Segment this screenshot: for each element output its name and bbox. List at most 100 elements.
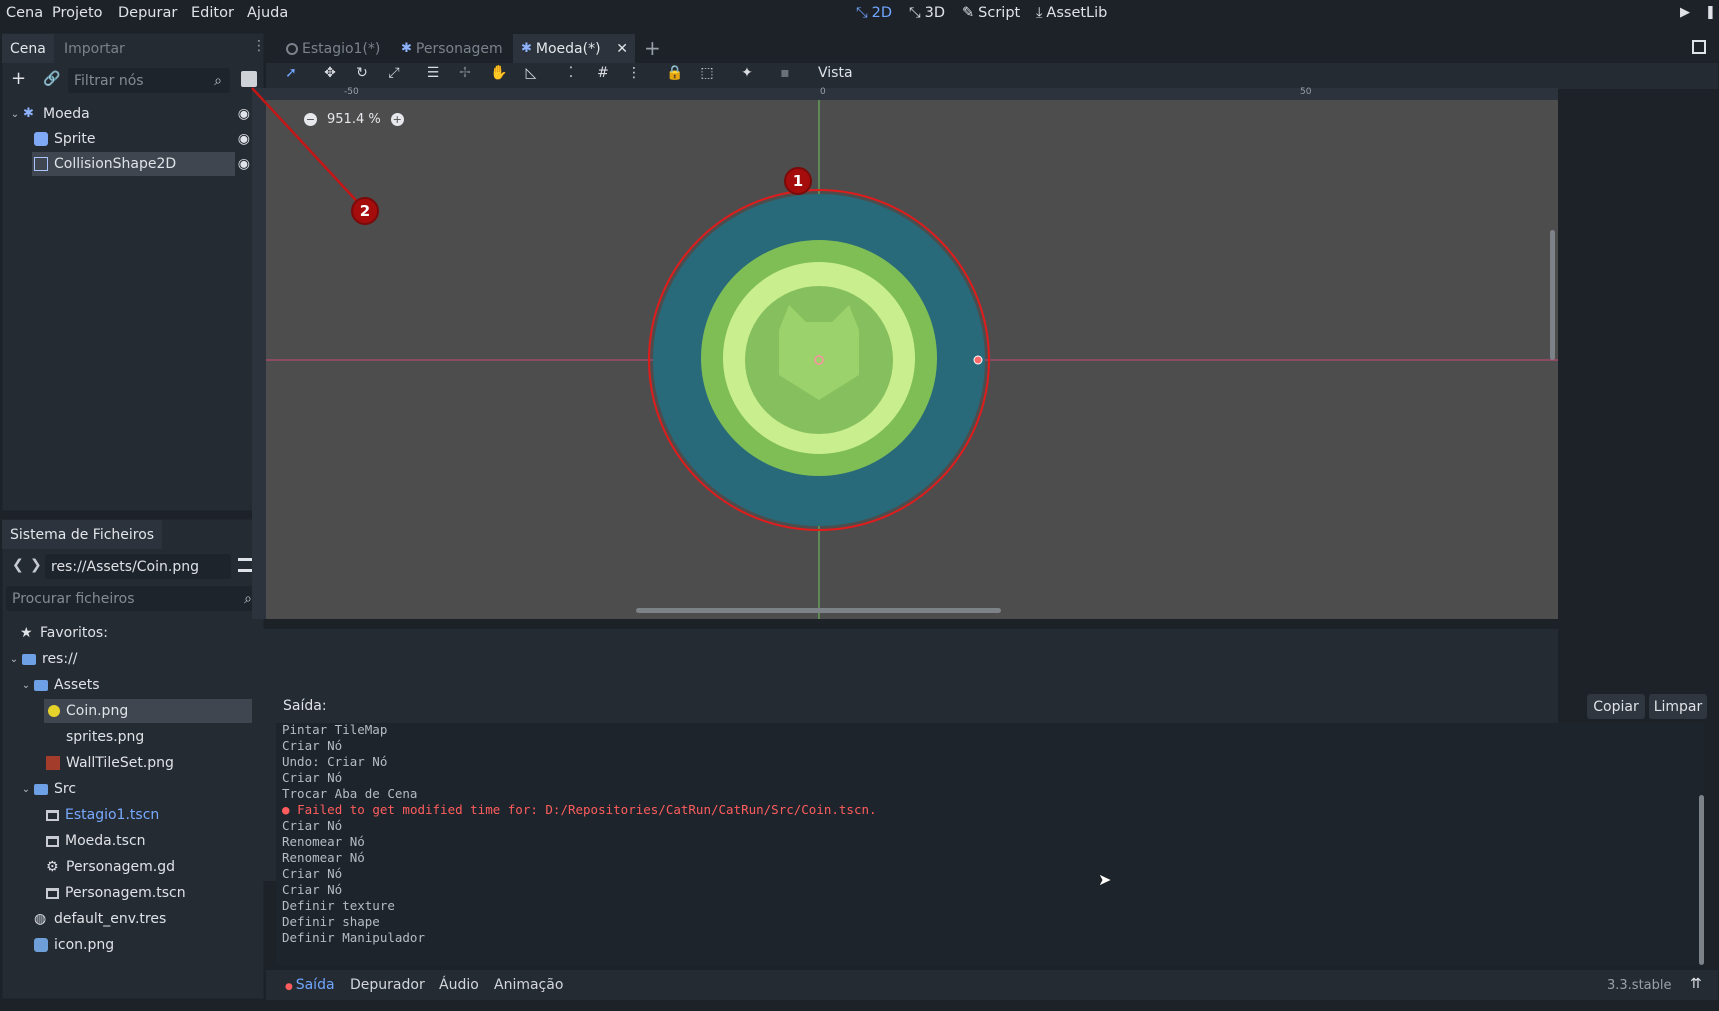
bottom-tab-saida[interactable]: ● Saída [285,977,335,993]
copy-button[interactable]: Copiar [1587,694,1645,719]
file-moeda-tscn[interactable]: Moeda.tscn [46,829,146,853]
chevron-down-icon: ⌄ [10,108,20,120]
search-files-input[interactable]: Procurar ficheiros ⌕ [6,586,260,611]
horizontal-scrollbar[interactable] [636,608,1001,613]
camera-icon[interactable]: ▪ [776,64,794,82]
file-walltileset-png[interactable]: WallTileSet.png [44,751,174,775]
bottom-tab-audio[interactable]: Áudio [439,977,479,993]
add-tab-icon[interactable]: + [644,36,661,60]
search-icon: ⌕ [214,72,222,89]
tab-filesystem[interactable]: Sistema de Ficheiros [2,520,163,549]
expand-panel-icon[interactable]: ⇈ [1690,976,1702,992]
menu-depurar[interactable]: Depurar [118,5,177,21]
scene-file-icon [46,835,59,847]
smart-snap-icon[interactable]: ⁚ [562,64,580,82]
bottom-tab-depurador[interactable]: Depurador [350,977,425,993]
scale-tool-icon[interactable]: ⤢ [385,64,403,82]
3d-icon: ⤡ [909,5,921,21]
fullscreen-icon[interactable] [1692,40,1706,54]
log-line: Criar Nó [282,882,343,897]
zoom-level[interactable]: 951.4 % [327,112,381,127]
instance-scene-icon[interactable] [241,71,257,87]
folder-res-root[interactable]: ⌄ res:// [9,647,78,671]
forward-icon[interactable]: ❯ [30,557,42,573]
menu-cena[interactable]: Cena [6,5,43,21]
favorites-row[interactable]: ★ Favoritos: [20,621,108,645]
bone-icon[interactable]: ✦ [738,64,756,82]
scene-tab-personagem[interactable]: ✱ Personagem [393,34,511,63]
vertical-scrollbar[interactable] [1550,230,1555,360]
canvas-viewport[interactable]: − 951.4 % + [266,100,1558,619]
more-options-icon[interactable]: ⋮ [625,64,643,82]
zoom-out-icon[interactable]: − [304,113,317,126]
ruler-icon[interactable]: ◺ [522,64,540,82]
log-line: Criar Nó [282,738,343,753]
file-coin-png[interactable]: Coin.png [44,699,258,723]
add-node-icon[interactable]: + [11,70,26,88]
lock-icon[interactable]: 🔒 [666,64,684,82]
2d-icon: ⤡ [856,5,868,21]
file-sprites-png[interactable]: sprites.png [48,725,144,749]
tree-node-moeda[interactable]: ⌄ ✱ Moeda ◉ [10,102,260,126]
log-line: Definir shape [282,914,380,929]
folder-assets[interactable]: ⌄ Assets [21,673,100,697]
log-line: Criar Nó [282,770,343,785]
pivot-icon[interactable]: ✢ [456,64,474,82]
menu-ajuda[interactable]: Ajuda [247,5,288,21]
close-icon[interactable]: ✕ [616,41,628,57]
error-dot-icon: ● [285,982,296,992]
pan-hand-icon[interactable]: ✋ [490,64,508,82]
collision-shape-icon [34,157,48,171]
scene-tab-estagio1[interactable]: Estagio1(*) [278,34,388,63]
link-icon[interactable]: 🔗 [43,71,60,87]
visibility-eye-icon[interactable]: ◉ [238,131,250,147]
menu-projeto[interactable]: Projeto [52,5,103,21]
back-icon[interactable]: ❮ [12,557,24,573]
clear-button[interactable]: Limpar [1649,694,1707,719]
log-line: Trocar Aba de Cena [282,786,418,801]
coin-image-icon [48,705,60,717]
download-icon: ⤓ [1036,5,1043,21]
filter-nodes-input[interactable]: Filtrar nós ⌕ [68,68,230,93]
vista-menu[interactable]: Vista [818,65,853,81]
grid-snap-icon[interactable]: # [594,64,612,82]
tab-cena[interactable]: Cena [2,34,54,63]
output-scrollbar[interactable] [1699,795,1704,965]
zoom-in-icon[interactable]: + [390,113,404,126]
top-menu-bar: Cena Projeto Depurar Editor Ajuda ⤡ 2D ⤡ 3… [0,0,1719,28]
workspace-assetlib[interactable]: ⤓ AssetLib [1036,5,1107,21]
select-tool-icon[interactable]: ➚ [282,64,300,82]
tab-importar[interactable]: Importar [56,34,133,63]
visibility-eye-icon[interactable]: ◉ [238,156,250,172]
log-line: Criar Nó [282,818,343,833]
workspace-2d[interactable]: ⤡ 2D [856,5,892,21]
file-icon-png[interactable]: icon.png [34,933,114,957]
move-tool-icon[interactable]: ✥ [321,64,339,82]
log-area[interactable] [276,723,1704,966]
tree-node-sprite[interactable]: Sprite ◉ [22,127,260,151]
menu-editor[interactable]: Editor [191,5,234,21]
dock-menu-icon[interactable]: ⋮ [252,38,266,54]
visibility-eye-icon[interactable]: ◉ [238,106,250,122]
tree-node-collisionshape2d[interactable]: CollisionShape2D ◉ [22,152,260,176]
zoom-controls: − 951.4 % + [304,112,404,127]
file-default-env-tres[interactable]: ◍ default_env.tres [34,907,166,931]
path-field[interactable]: res://Assets/Coin.png [45,554,231,579]
folder-src[interactable]: ⌄ Src [21,777,76,801]
workspace-script[interactable]: ✎ Script [962,5,1020,21]
scene-tab-moeda[interactable]: ✱ Moeda(*) ✕ [513,34,635,63]
annotation-badge-1: 1 [784,167,812,195]
rotate-tool-icon[interactable]: ↻ [353,64,371,82]
play-icon[interactable]: ▶ [1680,5,1690,20]
script-icon: ✎ [962,5,975,21]
error-dot-icon: ● [282,802,298,817]
group-icon[interactable]: ⬚ [698,64,716,82]
bottom-tab-animacao[interactable]: Animação [494,977,563,993]
sprite-icon [34,132,48,146]
list-select-icon[interactable]: ☰ [424,64,442,82]
file-personagem-tscn[interactable]: Personagem.tscn [46,881,186,905]
file-personagem-gd[interactable]: ⚙ Personagem.gd [46,855,175,879]
workspace-3d[interactable]: ⤡ 3D [909,5,945,21]
file-estagio1-tscn[interactable]: Estagio1.tscn [46,803,159,827]
pause-icon[interactable]: ❚❚ [1705,5,1719,20]
